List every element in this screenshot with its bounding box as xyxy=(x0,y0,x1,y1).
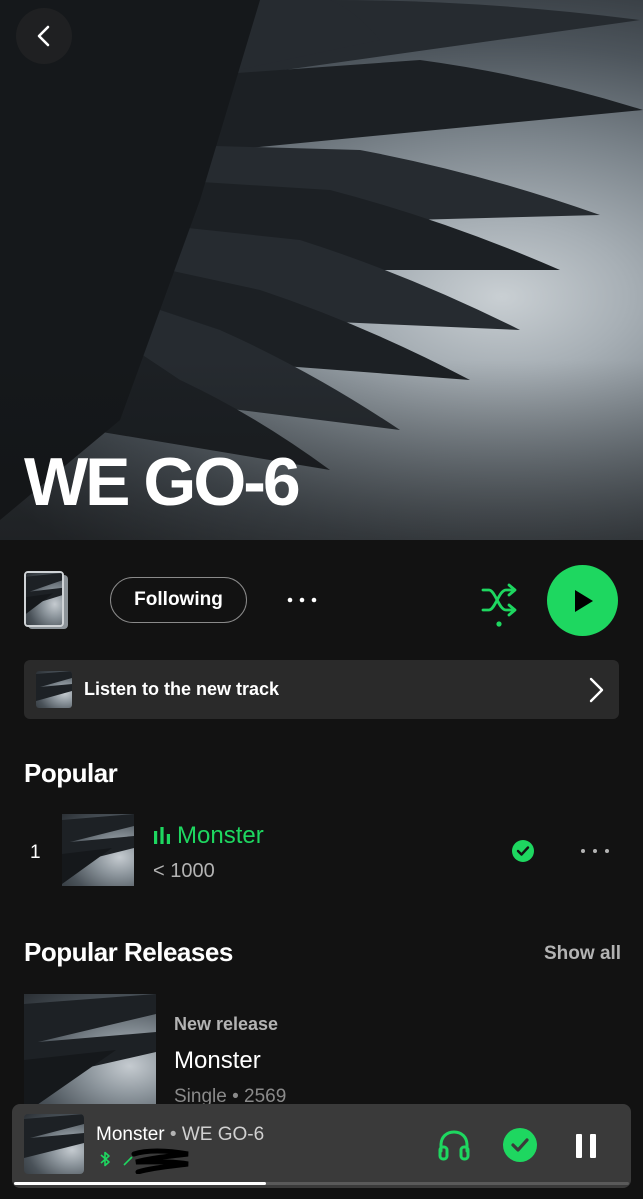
saved-check-icon[interactable] xyxy=(512,840,534,862)
popular-releases-heading: Popular Releases xyxy=(24,937,233,967)
chevron-right-icon xyxy=(589,677,604,703)
new-track-label: Listen to the new track xyxy=(84,679,280,699)
track-title: Monster xyxy=(177,822,264,849)
artist-preview-cover[interactable] xyxy=(24,571,68,629)
more-horizontal-icon xyxy=(581,849,609,853)
release-tag: New release xyxy=(174,1014,279,1034)
artist-name: WE GO-6 xyxy=(24,444,301,520)
release-cover xyxy=(24,994,156,1114)
more-options-button[interactable] xyxy=(282,584,322,616)
bluetooth-icon xyxy=(100,1151,110,1167)
playback-progress-bar[interactable] xyxy=(14,1182,629,1185)
play-icon xyxy=(574,589,593,612)
track-index: 1 xyxy=(30,842,41,863)
check-icon xyxy=(516,846,530,856)
now-playing-bar[interactable]: Monster • WE GO-6 xyxy=(12,1104,631,1188)
title-separator: • xyxy=(164,1124,182,1145)
new-track-banner[interactable]: Listen to the new track xyxy=(24,660,619,719)
headphones-icon[interactable] xyxy=(436,1127,472,1163)
track-more-button[interactable] xyxy=(578,840,612,862)
redaction-scribble xyxy=(131,1148,189,1174)
track-row[interactable]: 1 Monster < 1000 xyxy=(0,814,643,888)
track-play-count: < 1000 xyxy=(153,860,215,882)
cover-stack-front xyxy=(24,571,64,627)
now-playing-track: Monster xyxy=(96,1124,165,1145)
shuffle-button[interactable] xyxy=(478,580,520,628)
pause-icon[interactable] xyxy=(574,1132,598,1160)
check-icon xyxy=(511,1138,529,1152)
back-button[interactable] xyxy=(16,8,72,64)
popular-heading: Popular xyxy=(24,758,118,788)
now-playing-artist: WE GO-6 xyxy=(181,1124,265,1145)
release-title: Monster xyxy=(174,1047,261,1074)
now-playing-title: Monster • WE GO-6 xyxy=(96,1124,264,1146)
now-playing-cover xyxy=(24,1114,84,1174)
playback-progress-fill xyxy=(14,1182,267,1185)
play-button[interactable] xyxy=(547,565,618,636)
artist-controls: Following xyxy=(0,560,643,640)
show-all-link[interactable]: Show all xyxy=(544,943,621,965)
release-item[interactable]: New release Monster Single • 2569 xyxy=(24,994,619,1114)
chevron-left-icon xyxy=(37,25,50,47)
new-track-thumbnail xyxy=(36,671,72,708)
now-playing-equalizer-icon xyxy=(154,827,170,844)
saved-check-button[interactable] xyxy=(503,1128,537,1162)
artist-header-image: WE GO-6 xyxy=(0,0,643,540)
shuffle-icon xyxy=(481,583,517,627)
track-cover xyxy=(62,814,134,886)
following-button[interactable]: Following xyxy=(110,577,247,623)
more-horizontal-icon xyxy=(287,597,317,603)
